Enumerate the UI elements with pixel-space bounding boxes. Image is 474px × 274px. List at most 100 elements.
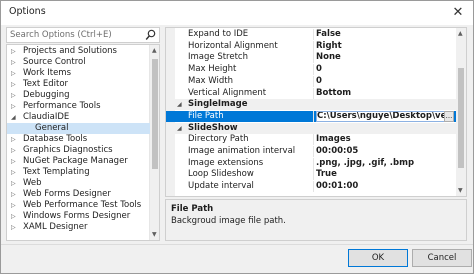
scroll-down-icon[interactable]: ▼ <box>458 187 463 194</box>
collapsed-arrow-icon[interactable]: ▷ <box>11 134 19 145</box>
property-row[interactable]: Directory Path Images <box>166 134 456 145</box>
tree-item[interactable]: ◢ ClaudiaIDE <box>7 112 150 123</box>
property-value[interactable]: False <box>316 29 452 40</box>
property-value[interactable]: 0 <box>316 76 452 87</box>
property-category[interactable]: ◢ SlideShow <box>166 123 456 134</box>
tree-item-label: XAML Designer <box>23 222 88 232</box>
tree-item[interactable]: ▷ NuGet Package Manager <box>7 156 150 167</box>
collapsed-arrow-icon[interactable]: ▷ <box>11 68 19 79</box>
property-grid-scrollbar[interactable]: ▲ ▼ <box>456 28 466 196</box>
column-divider[interactable] <box>313 64 314 75</box>
property-value[interactable]: 00:00:05 <box>316 146 452 157</box>
collapsed-arrow-icon[interactable]: ▷ <box>11 211 19 222</box>
property-row[interactable]: Image extensions .png, .jpg, .gif, .bmp <box>166 158 456 169</box>
property-row[interactable]: Image Stretch None <box>166 52 456 63</box>
property-value[interactable]: C:\Users\nguye\Desktop\vegeta2.p <box>316 111 452 122</box>
tree-item[interactable]: ▷ Windows Forms Designer <box>7 211 150 222</box>
tree-item[interactable]: ▷ Web Performance Test Tools <box>7 200 150 211</box>
tree-item[interactable]: General <box>7 123 150 134</box>
search-icon[interactable] <box>145 29 156 41</box>
collapsed-arrow-icon[interactable]: ▷ <box>11 167 19 178</box>
column-divider[interactable] <box>313 181 314 192</box>
tree-item-label: Database Tools <box>23 134 88 144</box>
column-divider[interactable] <box>313 158 314 169</box>
tree-item-label: General <box>35 123 69 133</box>
property-row[interactable]: Max Height 0 <box>166 64 456 75</box>
category-name: SlideShow <box>188 123 238 133</box>
property-value[interactable]: Images <box>316 134 452 145</box>
tree-item[interactable]: ▷ Text Templating <box>7 167 150 178</box>
property-row[interactable]: Horizontal Alignment Right <box>166 41 456 52</box>
column-divider[interactable] <box>313 146 314 157</box>
ok-button[interactable]: OK <box>348 249 408 267</box>
property-value[interactable]: Right <box>316 41 452 52</box>
tree-item[interactable]: ▷ XAML Designer <box>7 222 150 233</box>
collapsed-arrow-icon[interactable]: ▷ <box>11 101 19 112</box>
collapsed-arrow-icon[interactable]: ▷ <box>11 57 19 68</box>
expanded-arrow-icon[interactable]: ◢ <box>11 112 19 123</box>
scroll-thumb[interactable] <box>152 59 158 169</box>
property-value[interactable]: .png, .jpg, .gif, .bmp <box>316 158 452 169</box>
column-divider[interactable] <box>313 29 314 40</box>
tree-item[interactable]: ▷ Web Forms Designer <box>7 189 150 200</box>
property-category[interactable]: ◢ SingleImage <box>166 99 456 110</box>
tree-item[interactable]: ▷ Projects and Solutions <box>7 46 150 57</box>
column-divider[interactable] <box>313 88 314 99</box>
browse-button[interactable]: ... <box>444 111 454 122</box>
scroll-thumb[interactable] <box>458 68 464 168</box>
tree-item-label: ClaudiaIDE <box>23 112 70 122</box>
property-grid: ▲ ▼ Expand to IDE False Horizontal Alignme… <box>165 27 467 197</box>
property-row[interactable]: File Path C:\Users\nguye\Desktop\vegeta2.… <box>166 111 456 122</box>
column-divider[interactable] <box>313 111 314 122</box>
collapsed-arrow-icon[interactable]: ▷ <box>11 46 19 57</box>
column-divider[interactable] <box>313 134 314 145</box>
property-name: Image Stretch <box>188 52 248 62</box>
collapsed-arrow-icon[interactable]: ▷ <box>11 189 19 200</box>
collapsed-arrow-icon[interactable]: ▷ <box>11 200 19 211</box>
property-value[interactable]: 00:01:00 <box>316 181 452 192</box>
tree-item[interactable]: ▷ Work Items <box>7 68 150 79</box>
tree-item[interactable]: ▷ Graphics Diagnostics <box>7 145 150 156</box>
footer-divider <box>1 244 473 245</box>
column-divider[interactable] <box>313 52 314 63</box>
scroll-down-icon[interactable]: ▼ <box>152 231 157 238</box>
collapsed-arrow-icon[interactable]: ▷ <box>11 178 19 189</box>
property-row[interactable]: Expand to IDE False <box>166 29 456 40</box>
collapsed-arrow-icon[interactable]: ▷ <box>11 79 19 90</box>
tree-item-label: Performance Tools <box>23 101 101 111</box>
category-collapse-icon[interactable]: ◢ <box>177 99 182 110</box>
tree-item[interactable]: ▷ Web <box>7 178 150 189</box>
scroll-up-icon[interactable]: ▲ <box>458 30 463 37</box>
tree-item[interactable]: ▷ Database Tools <box>7 134 150 145</box>
column-divider[interactable] <box>313 41 314 52</box>
collapsed-arrow-icon[interactable]: ▷ <box>11 145 19 156</box>
property-row[interactable]: Image animation interval 00:00:05 <box>166 146 456 157</box>
property-row[interactable]: Update interval 00:01:00 <box>166 181 456 192</box>
column-divider[interactable] <box>313 169 314 180</box>
close-icon[interactable]: ✕ <box>449 4 467 22</box>
tree-item[interactable]: ▷ Performance Tools <box>7 101 150 112</box>
tree-item-label: Source Control <box>23 57 86 67</box>
collapsed-arrow-icon[interactable]: ▷ <box>11 156 19 167</box>
property-value[interactable]: Bottom <box>316 88 452 99</box>
collapsed-arrow-icon[interactable]: ▷ <box>11 222 19 233</box>
property-value[interactable]: True <box>316 169 452 180</box>
tree-item[interactable]: ▷ Text Editor <box>7 79 150 90</box>
property-row[interactable]: Max Width 0 <box>166 76 456 87</box>
scroll-up-icon[interactable]: ▲ <box>152 47 157 54</box>
search-input[interactable]: Search Options (Ctrl+E) <box>6 27 160 43</box>
property-row[interactable]: Vertical Alignment Bottom <box>166 88 456 99</box>
collapsed-arrow-icon[interactable]: ▷ <box>11 90 19 101</box>
property-row[interactable]: Loop Slideshow True <box>166 169 456 180</box>
tree-item[interactable]: ▷ Debugging <box>7 90 150 101</box>
tree-scrollbar[interactable]: ▲ ▼ <box>149 45 159 240</box>
tree-item-label: Graphics Diagnostics <box>23 145 113 155</box>
property-value[interactable]: 0 <box>316 64 452 75</box>
cancel-button[interactable]: Cancel <box>412 249 472 267</box>
category-collapse-icon[interactable]: ◢ <box>177 123 182 134</box>
tree-item-label: Web Performance Test Tools <box>23 200 142 210</box>
column-divider[interactable] <box>313 76 314 87</box>
tree-item[interactable]: ▷ Source Control <box>7 57 150 68</box>
property-name: Expand to IDE <box>188 29 249 39</box>
property-value[interactable]: None <box>316 52 452 63</box>
